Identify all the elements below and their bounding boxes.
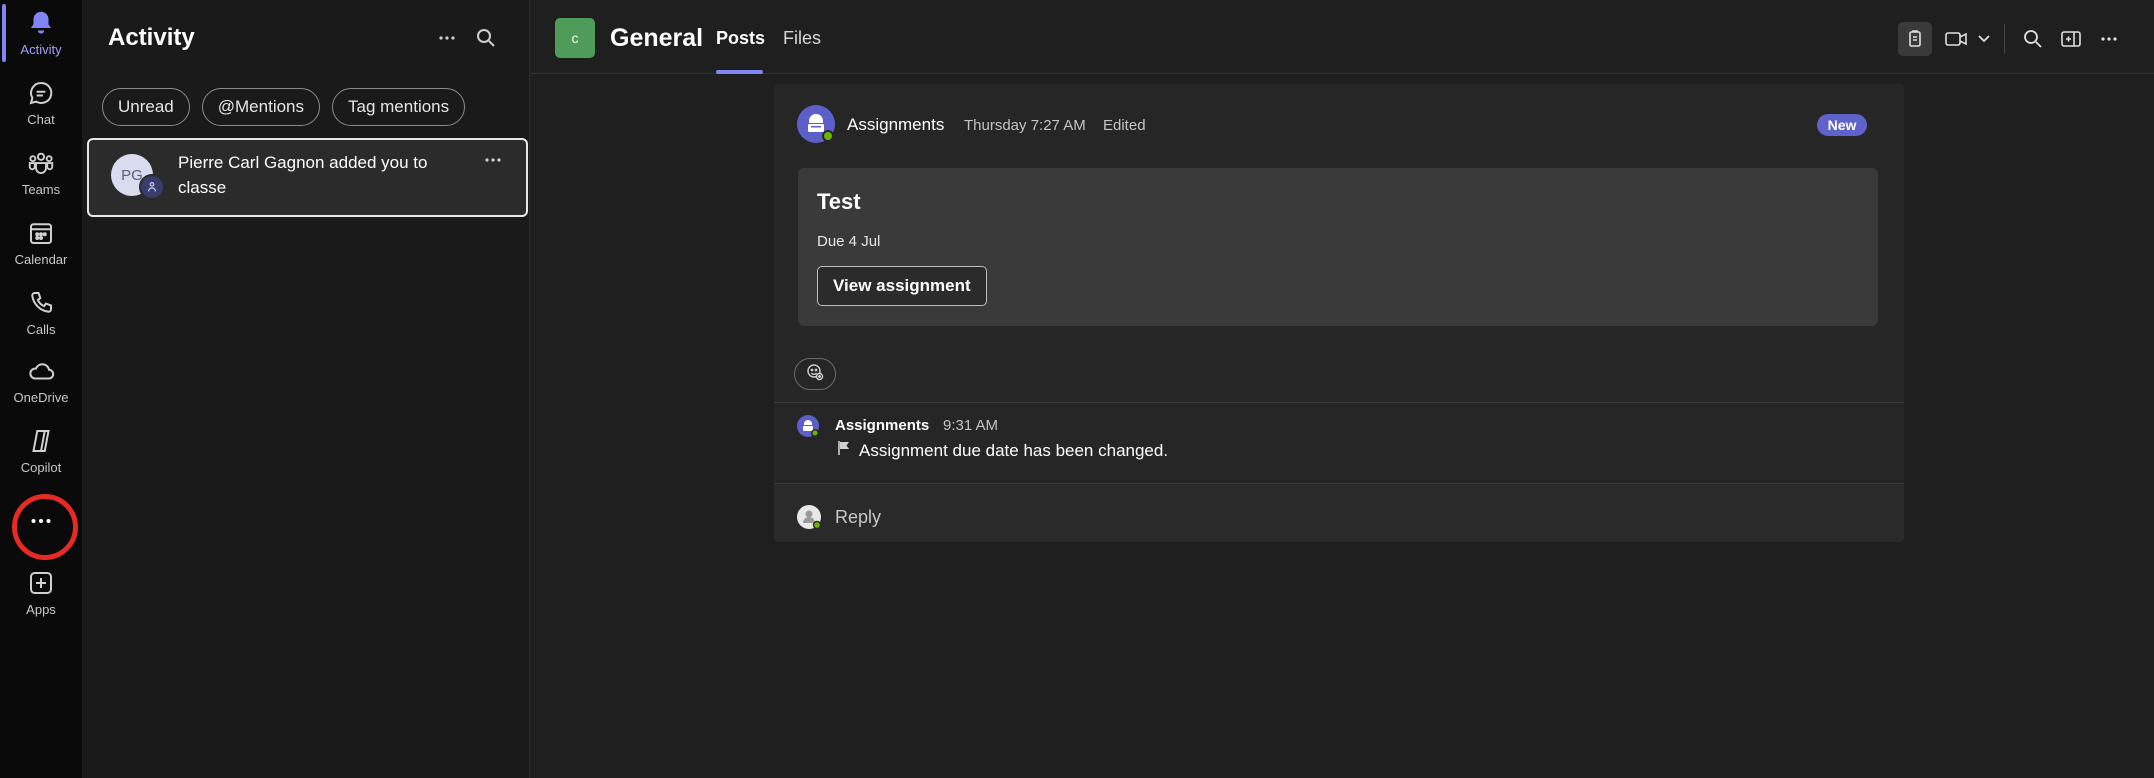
rail-label-teams: Teams — [21, 182, 61, 197]
clipboard-icon — [1900, 24, 1930, 54]
team-avatar[interactable]: c — [555, 18, 595, 58]
activity-title: Activity — [108, 24, 195, 51]
thread-divider — [774, 402, 1904, 403]
reply-message-text: Assignment due date has been changed. — [859, 440, 1169, 460]
filter-tag-mentions[interactable]: Tag mentions — [332, 88, 466, 126]
assignments-app-icon — [796, 104, 836, 144]
assignment-due-date: Due 4 Jul — [817, 233, 881, 250]
post-author[interactable]: Assignments — [847, 115, 944, 135]
cloud-icon — [26, 356, 56, 386]
add-reaction-button[interactable] — [794, 358, 836, 390]
team-badge-icon — [139, 174, 165, 200]
active-tab-indicator — [716, 70, 763, 74]
reply-box[interactable]: Reply — [774, 484, 1904, 542]
assignment-card: Test Due 4 Jul View assignment — [798, 168, 1878, 326]
filter-unread[interactable]: Unread — [102, 88, 190, 126]
rail-label-calendar: Calendar — [14, 252, 68, 267]
copilot-icon — [26, 426, 56, 456]
rail-item-calendar[interactable]: Calendar — [0, 218, 82, 268]
view-assignment-button[interactable]: View assignment — [817, 266, 987, 306]
notification-more-icon[interactable] — [479, 150, 507, 170]
add-apps-icon — [26, 568, 56, 598]
highlight-circle — [12, 494, 78, 560]
video-call-icon[interactable] — [1941, 24, 1971, 54]
more-options-icon[interactable] — [433, 24, 461, 52]
tab-posts[interactable]: Posts — [716, 28, 765, 49]
rail-label-calls: Calls — [26, 322, 56, 337]
reply-timestamp: 9:31 AM — [943, 417, 999, 434]
conversation-thread: Assignments Thursday 7:27 AM Edited New … — [774, 84, 1904, 542]
emoji-add-icon — [805, 362, 825, 387]
activity-filters: Unread @Mentions Tag mentions — [102, 88, 466, 126]
reply-label: Reply — [835, 507, 882, 527]
filter-mentions[interactable]: @Mentions — [201, 88, 321, 126]
teams-icon — [26, 148, 56, 178]
rail-label-activity: Activity — [20, 42, 62, 57]
flag-icon — [835, 439, 853, 462]
bell-icon — [26, 8, 56, 38]
user-avatar-icon — [796, 504, 822, 530]
assignments-app-icon-small — [796, 414, 820, 438]
search-icon[interactable] — [472, 24, 500, 52]
activity-pane: Activity Unread @Mentions Tag mentions P… — [82, 0, 530, 778]
phone-icon — [26, 288, 56, 318]
rail-item-copilot[interactable]: Copilot — [0, 426, 82, 476]
rail-label-chat: Chat — [27, 112, 55, 127]
new-badge: New — [1817, 114, 1867, 136]
rail-label-copilot: Copilot — [20, 460, 62, 475]
activity-notification[interactable]: PG Pierre Carl Gagnon added you to class… — [87, 138, 528, 217]
header-divider — [2004, 24, 2005, 54]
rail-item-onedrive[interactable]: OneDrive — [0, 356, 82, 406]
channel-search-icon[interactable] — [2018, 24, 2048, 54]
reply-message: Assignment due date has been changed. — [835, 439, 1168, 462]
rail-item-apps[interactable]: Apps — [0, 568, 82, 618]
rail-label-apps: Apps — [26, 602, 56, 617]
rail-item-calls[interactable]: Calls — [0, 288, 82, 338]
rail-item-chat[interactable]: Chat — [0, 78, 82, 128]
rail-label-onedrive: OneDrive — [13, 390, 69, 405]
rail-item-activity[interactable]: Activity — [0, 8, 82, 58]
notification-text: Pierre Carl Gagnon added you to classe — [178, 153, 428, 197]
side-panel-icon[interactable] — [2056, 24, 2086, 54]
channel-title: General — [610, 24, 704, 52]
chat-icon — [26, 78, 56, 108]
header-more-icon[interactable] — [2094, 24, 2124, 54]
chevron-down-icon[interactable] — [1969, 24, 1999, 54]
rail-item-teams[interactable]: Teams — [0, 148, 82, 198]
channel-header: c General Posts Files — [531, 0, 2154, 74]
calendar-icon — [26, 218, 56, 248]
app-rail: Activity Chat Teams Calendar Calls OneDr… — [0, 0, 82, 778]
tab-files[interactable]: Files — [783, 28, 821, 49]
reply-author[interactable]: Assignments — [835, 417, 929, 434]
assignment-title: Test — [817, 189, 861, 214]
edited-label: Edited — [1103, 117, 1146, 134]
post-timestamp: Thursday 7:27 AM — [964, 117, 1086, 134]
